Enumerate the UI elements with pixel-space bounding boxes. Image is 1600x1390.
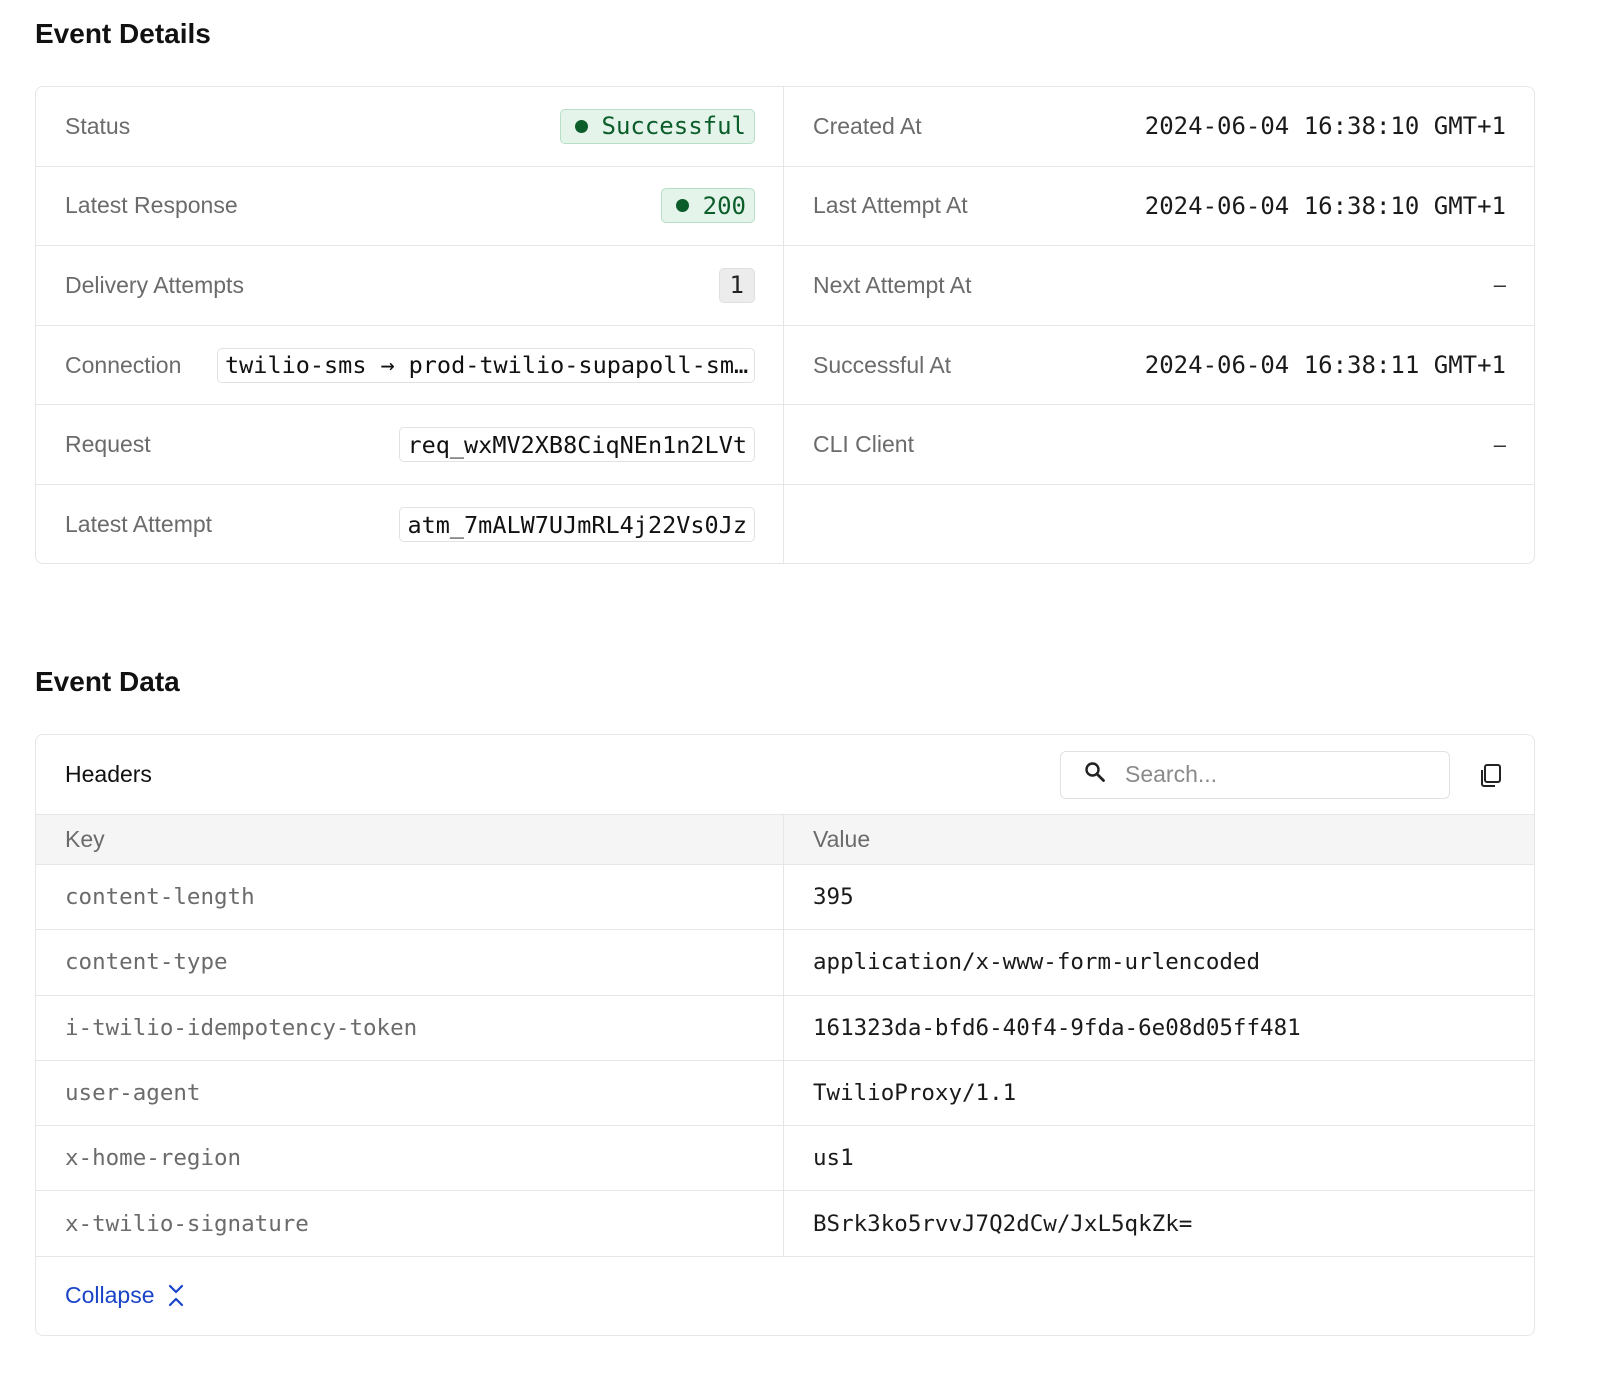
search-input[interactable] [1125, 761, 1425, 788]
request-label: Request [65, 431, 151, 458]
cli-client-value: – [1493, 431, 1506, 457]
table-row: x-twilio-signature BSrk3ko5rvvJ7Q2dCw/Jx… [36, 1191, 1534, 1257]
connection-chip[interactable]: twilio-sms → prod-twilio-supapoll-sm… [217, 347, 755, 383]
connection-row: Connection twilio-sms → prod-twilio-supa… [36, 325, 784, 406]
headers-toolbar: Headers [36, 735, 1534, 815]
table-row: user-agent TwilioProxy/1.1 [36, 1060, 1534, 1127]
request-row: Request req_wxMV2XB8CiqNEn1n2LVt [36, 405, 784, 485]
request-chip[interactable]: req_wxMV2XB8CiqNEn1n2LVt [399, 427, 755, 463]
header-key: user-agent [36, 1060, 784, 1126]
created-at-value: 2024-06-04 16:38:10 GMT+1 [1144, 112, 1506, 141]
header-key: x-twilio-signature [36, 1191, 784, 1256]
key-column-header: Key [36, 815, 784, 864]
latest-response-label: Latest Response [65, 192, 238, 219]
connection-source: twilio-sms [225, 351, 367, 380]
successful-at-row: Successful At 2024-06-04 16:38:11 GMT+1 [784, 326, 1534, 406]
next-attempt-at-label: Next Attempt At [813, 271, 972, 298]
header-key: content-length [36, 865, 784, 930]
cli-client-label: CLI Client [813, 431, 914, 458]
value-column-header: Value [813, 826, 871, 852]
status-badge: Successful [559, 108, 755, 144]
latest-attempt-label: Latest Attempt [65, 511, 213, 538]
header-value: application/x-www-form-urlencoded [813, 949, 1261, 976]
copy-icon[interactable] [1476, 760, 1506, 790]
header-key: i-twilio-idempotency-token [36, 995, 784, 1060]
header-value: BSrk3ko5rvvJ7Q2dCw/JxL5qkZk= [813, 1210, 1193, 1237]
table-row: x-home-region us1 [36, 1126, 1534, 1192]
response-dot-icon [675, 199, 689, 213]
delivery-attempts-row: Delivery Attempts 1 [36, 246, 784, 326]
created-at-row: Created At 2024-06-04 16:38:10 GMT+1 [784, 87, 1534, 167]
status-label: Status [65, 112, 131, 139]
cli-client-row: CLI Client – [784, 405, 1534, 485]
delivery-attempts-label: Delivery Attempts [65, 271, 244, 298]
event-data-title: Event Data [35, 666, 180, 697]
event-data-card: Headers Key Value content-length 395 con… [35, 734, 1535, 1336]
table-row: content-length 395 [36, 865, 1534, 931]
latest-response-row: Latest Response 200 [36, 166, 784, 247]
arrow-right-icon: → [380, 351, 395, 380]
table-row: i-twilio-idempotency-token 161323da-bfd6… [36, 995, 1534, 1061]
latest-response-value: 200 [702, 191, 746, 220]
search-box[interactable] [1060, 750, 1450, 799]
empty-cell [784, 485, 1534, 563]
latest-attempt-row: Latest Attempt atm_7mALW7UJmRL4j22Vs0Jz [36, 484, 784, 563]
successful-at-label: Successful At [813, 351, 952, 378]
header-value: TwilioProxy/1.1 [813, 1080, 1017, 1107]
connection-destination: prod-twilio-supapoll-sm… [408, 351, 749, 380]
header-value: us1 [813, 1145, 854, 1172]
collapse-chevrons-icon [167, 1283, 185, 1309]
header-value: 395 [813, 884, 854, 911]
delivery-attempts-badge: 1 [718, 267, 755, 303]
event-details-card: Status Successful Created At 2024-06-04 … [35, 86, 1535, 564]
status-row: Status Successful [36, 87, 784, 167]
created-at-label: Created At [813, 112, 922, 139]
next-attempt-at-row: Next Attempt At – [784, 246, 1534, 326]
collapse-label: Collapse [65, 1282, 155, 1309]
search-icon [1083, 760, 1107, 789]
last-attempt-at-label: Last Attempt At [813, 192, 968, 219]
table-footer: Collapse [36, 1257, 1534, 1335]
last-attempt-at-row: Last Attempt At 2024-06-04 16:38:10 GMT+… [784, 167, 1534, 247]
table-row: content-type application/x-www-form-urle… [36, 930, 1534, 996]
header-key: x-home-region [36, 1126, 784, 1191]
collapse-button[interactable]: Collapse [65, 1282, 185, 1309]
headers-table-head: Key Value [36, 815, 1534, 865]
latest-attempt-chip[interactable]: atm_7mALW7UJmRL4j22Vs0Jz [399, 507, 755, 543]
latest-response-badge[interactable]: 200 [660, 188, 755, 224]
header-key: content-type [36, 930, 784, 995]
event-details-title: Event Details [35, 18, 211, 49]
next-attempt-at-value: – [1493, 272, 1506, 298]
successful-at-value: 2024-06-04 16:38:11 GMT+1 [1144, 351, 1506, 380]
connection-label: Connection [65, 351, 182, 378]
last-attempt-at-value: 2024-06-04 16:38:10 GMT+1 [1144, 191, 1506, 220]
status-dot-icon [574, 119, 588, 133]
header-value: 161323da-bfd6-40f4-9fda-6e08d05ff481 [813, 1014, 1301, 1041]
headers-title: Headers [65, 761, 152, 787]
status-value: Successful [601, 112, 747, 141]
